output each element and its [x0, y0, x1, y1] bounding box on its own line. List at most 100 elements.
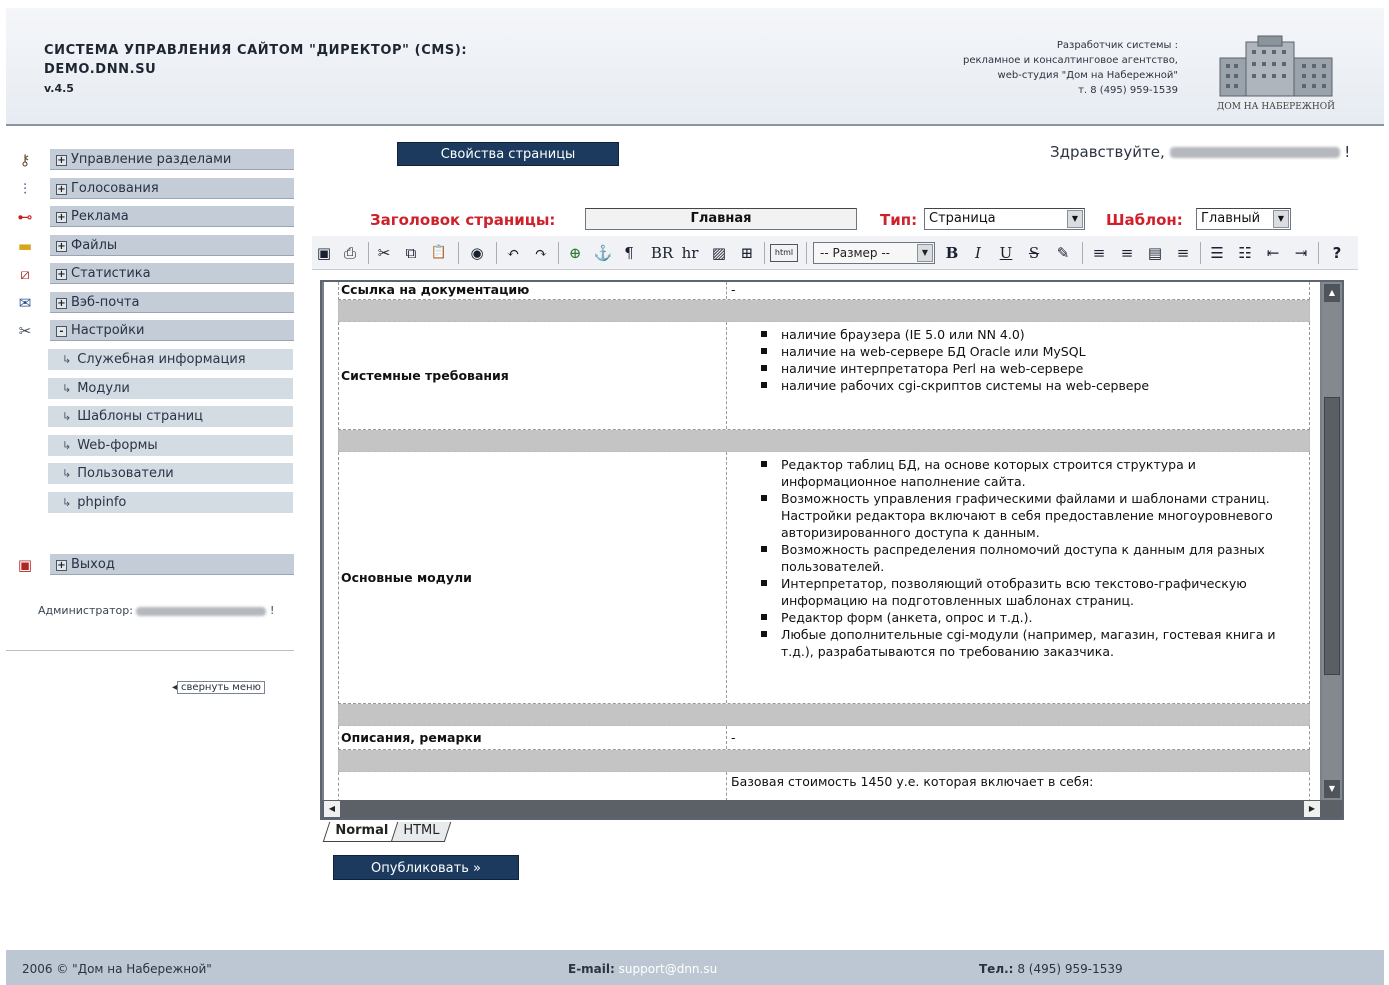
tab-html[interactable]: HTML: [390, 822, 452, 842]
page-title-input[interactable]: Главная: [585, 208, 857, 230]
mail-icon: ✉: [18, 294, 32, 312]
sidebar-button[interactable]: + Вэб-почта: [50, 292, 294, 313]
submenu-item-modules[interactable]: ↳ Модули: [48, 378, 293, 399]
row-value: -: [731, 730, 736, 745]
page-properties-button[interactable]: Свойства страницы: [397, 142, 619, 166]
font-size-select-value: -- Размер --: [820, 246, 890, 260]
sidebar-button[interactable]: - Настройки: [50, 320, 294, 341]
bullet-list-icon[interactable]: ☰: [1206, 241, 1228, 265]
submenu-item-service-info[interactable]: ↳ Служебная информация: [48, 349, 293, 370]
link-icon[interactable]: ⊕: [564, 241, 586, 265]
help-icon[interactable]: ?: [1326, 241, 1348, 265]
scroll-right-icon[interactable]: ▶: [1304, 801, 1320, 817]
user-name-redacted: [1169, 147, 1340, 158]
table-icon[interactable]: ⊞: [736, 241, 758, 265]
hr-icon[interactable]: hr: [678, 241, 702, 265]
sidebar-item-settings[interactable]: ✂ - Настройки: [10, 320, 298, 342]
list-item: наличие рабочих cgi-скриптов системы на …: [761, 377, 1309, 394]
align-right-icon[interactable]: ≡: [1172, 241, 1194, 265]
submenu-label: phpinfo: [77, 495, 127, 510]
submenu-item-phpinfo[interactable]: ↳ phpinfo: [48, 492, 293, 513]
paragraph-icon[interactable]: ¶: [618, 241, 640, 265]
scroll-down-icon[interactable]: ▼: [1324, 780, 1340, 798]
align-justify-icon[interactable]: ▤: [1144, 241, 1166, 265]
sidebar-item-sections[interactable]: ⚷ + Управление разделами: [10, 149, 298, 171]
row-value: -: [731, 282, 736, 297]
sidebar-item-webmail[interactable]: ✉ + Вэб-почта: [10, 292, 298, 314]
greeting: Здравствуйте, !: [1050, 143, 1350, 161]
developer-info: Разработчик системы : рекламное и консал…: [963, 38, 1178, 98]
editor-document[interactable]: Ссылка на документацию - Системные требо…: [324, 282, 1320, 800]
sidebar-button[interactable]: + Статистика: [50, 263, 294, 284]
submenu-item-webforms[interactable]: ↳ Web-формы: [48, 435, 293, 456]
exit-button[interactable]: + Выход: [50, 554, 294, 575]
submenu-item-templates[interactable]: ↳ Шаблоны страниц: [48, 406, 293, 427]
scroll-left-icon[interactable]: ◀: [324, 801, 340, 817]
row-label: Основные модули: [339, 452, 727, 703]
publish-button[interactable]: Опубликовать »: [333, 855, 519, 880]
wysiwyg-editor[interactable]: Ссылка на документацию - Системные требо…: [320, 280, 1344, 820]
paste-icon[interactable]: 📋: [428, 241, 450, 265]
tab-label: Normal: [335, 823, 389, 838]
submenu-item-users[interactable]: ↳ Пользователи: [48, 463, 293, 484]
copy-icon[interactable]: ⧉: [400, 241, 422, 265]
italic-icon[interactable]: I: [968, 241, 988, 265]
align-center-icon[interactable]: ≡: [1116, 241, 1138, 265]
scroll-up-icon[interactable]: ▲: [1324, 284, 1340, 302]
strike-icon[interactable]: S: [1024, 241, 1044, 265]
font-size-select[interactable]: -- Размер -- ▼: [813, 242, 935, 264]
list-item: наличие на web-сервере БД Oracle или MyS…: [761, 343, 1309, 360]
collapse-icon: -: [56, 326, 67, 337]
sidebar-item-files[interactable]: ▬ + Файлы: [10, 235, 298, 257]
company-logo: ДОМ НА НАБЕРЕЖНОЙ: [1206, 32, 1346, 112]
undo-icon[interactable]: ↶: [502, 241, 524, 265]
row-value: наличие браузера (IE 5.0 или NN 4.0) нал…: [729, 322, 1309, 429]
image-icon[interactable]: ▨: [708, 241, 730, 265]
number-list-icon[interactable]: ☷: [1234, 241, 1256, 265]
collapse-menu-link[interactable]: ◂ свернуть меню: [172, 681, 265, 694]
collapse-menu-label[interactable]: свернуть меню: [177, 681, 265, 694]
cut-icon[interactable]: ✂: [374, 241, 394, 265]
find-icon[interactable]: ◉: [464, 241, 490, 265]
sidebar-item-polls[interactable]: ⫶ + Голосования: [10, 178, 298, 200]
br-icon[interactable]: BR: [648, 241, 676, 265]
keys-icon: ⚷: [19, 151, 31, 169]
color-icon[interactable]: ✎: [1052, 241, 1074, 265]
sidebar-item-exit[interactable]: ▣ + Выход: [10, 554, 298, 576]
outdent-icon[interactable]: ⇤: [1262, 241, 1284, 265]
anchor-icon[interactable]: ⚓: [592, 241, 614, 265]
sidebar-button[interactable]: + Реклама: [50, 206, 294, 227]
sidebar-item-label: Голосования: [71, 181, 159, 196]
sidebar-button[interactable]: + Голосования: [50, 178, 294, 199]
underline-icon[interactable]: U: [996, 241, 1016, 265]
admin-info: Администратор: !: [38, 604, 274, 617]
html-icon[interactable]: html: [770, 244, 798, 262]
sidebar-item-stats[interactable]: ⧄ + Статистика: [10, 263, 298, 285]
indent-icon[interactable]: ⇥: [1290, 241, 1312, 265]
redo-icon[interactable]: ↷: [530, 241, 552, 265]
list-item: наличие интерпретатора Perl на web-серве…: [761, 360, 1309, 377]
sidebar-item-ads[interactable]: ⊷ + Реклама: [10, 206, 298, 228]
horizontal-scrollbar[interactable]: ◀ ▶: [322, 800, 1342, 818]
print-icon[interactable]: ⎙: [338, 241, 362, 265]
template-select[interactable]: Главный ▼: [1196, 208, 1291, 230]
scroll-thumb[interactable]: [1324, 397, 1340, 675]
tab-normal[interactable]: Normal: [322, 822, 401, 842]
submenu-label: Модули: [77, 381, 130, 396]
bold-icon[interactable]: B: [942, 241, 962, 265]
sidebar-button[interactable]: + Файлы: [50, 235, 294, 256]
list-item: Возможность распределения полномочий дос…: [761, 541, 1295, 575]
table-spacer-row: [338, 300, 1310, 322]
save-icon[interactable]: ▣: [314, 241, 334, 265]
row-label: [339, 772, 727, 800]
vertical-scrollbar[interactable]: ▲ ▼: [1322, 282, 1342, 800]
list-item: Редактор таблиц БД, на основе которых ст…: [761, 456, 1295, 490]
expand-icon: +: [56, 184, 67, 195]
email-link[interactable]: support@dnn.su: [619, 962, 718, 976]
sidebar-button[interactable]: + Управление разделами: [50, 149, 294, 170]
editor-toolbar: ▣ ⎙ ✂ ⧉ 📋 ◉ ↶ ↷ ⊕ ⚓ ¶ BR hr ▨ ⊞ html -- …: [312, 236, 1358, 270]
sidebar-item-label: Реклама: [71, 209, 129, 224]
email-label: E-mail:: [568, 962, 615, 976]
type-select[interactable]: Страница ▼: [924, 208, 1085, 230]
align-left-icon[interactable]: ≡: [1088, 241, 1110, 265]
